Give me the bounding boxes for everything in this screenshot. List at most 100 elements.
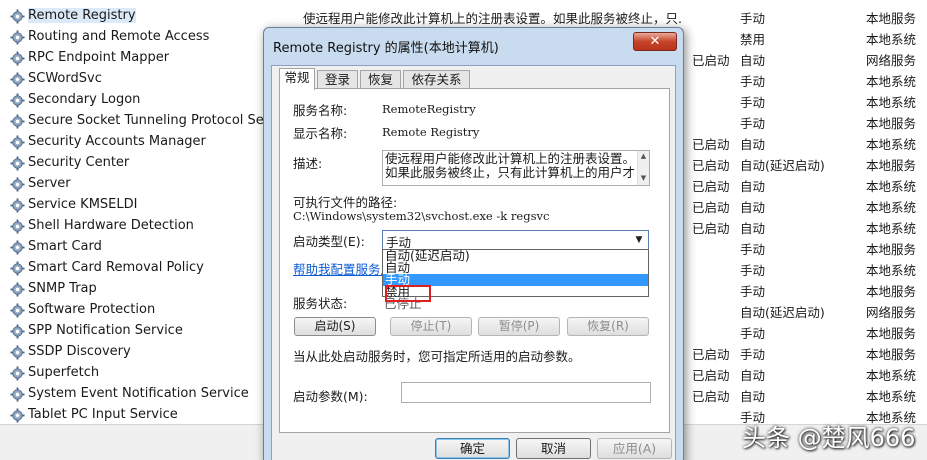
tab-logon[interactable]: 登录 xyxy=(317,70,358,89)
pause-button[interactable]: 暂停(P) xyxy=(478,317,560,336)
service-startup-type: 自动 xyxy=(740,53,766,68)
description-label: 描述: xyxy=(293,156,323,171)
service-name: System Event Notification Service xyxy=(28,386,249,401)
service-name-text: Shell Hardware Detection xyxy=(28,218,194,233)
service-name-text: Service KMSELDI xyxy=(28,197,138,212)
service-gear-icon xyxy=(10,240,25,255)
service-gear-icon xyxy=(10,198,25,213)
service-gear-icon xyxy=(10,366,25,381)
service-logon-as: 本地服务 xyxy=(866,242,917,257)
service-name-value: RemoteRegistry xyxy=(382,102,476,116)
start-params-hint: 当从此处启动服务时，您可指定所适用的启动参数。 xyxy=(293,349,581,364)
service-gear-icon xyxy=(10,303,25,318)
service-name-text: Secure Socket Tunneling Protocol Service xyxy=(28,113,296,128)
service-name: RPC Endpoint Mapper xyxy=(28,50,169,65)
service-name-text: Software Protection xyxy=(28,302,156,317)
annotation-highlight-box xyxy=(385,285,431,302)
service-logon-as: 本地系统 xyxy=(866,263,917,278)
service-startup-type: 手动 xyxy=(740,284,766,299)
cancel-button[interactable]: 取消 xyxy=(516,438,591,459)
service-name: Security Accounts Manager xyxy=(28,134,206,149)
service-logon-as: 网络服务 xyxy=(866,305,917,320)
option-auto[interactable]: 自动 xyxy=(383,261,648,274)
service-name: Superfetch xyxy=(28,365,99,380)
service-name-text: RPC Endpoint Mapper xyxy=(28,50,170,65)
service-startup-type: 手动 xyxy=(740,242,766,257)
help-configure-link[interactable]: 帮助我配置服务启 xyxy=(293,259,393,278)
service-logon-as: 本地服务 xyxy=(866,116,917,131)
service-startup-type: 手动 xyxy=(740,326,766,341)
service-gear-icon xyxy=(10,72,25,87)
description-scrollbar[interactable]: ▲ ▼ xyxy=(637,151,649,185)
service-name-text: SSDP Discovery xyxy=(28,344,131,359)
stop-button[interactable]: 停止(T) xyxy=(390,317,472,336)
service-logon-as: 本地服务 xyxy=(866,158,917,173)
service-logon-as: 本地系统 xyxy=(866,32,917,47)
dialog-title: Remote Registry 的属性(本地计算机) xyxy=(273,41,499,56)
service-gear-icon xyxy=(10,261,25,276)
service-name: Remote Registry xyxy=(28,8,136,23)
startup-type-select[interactable]: 手动 ▼ xyxy=(382,230,649,250)
service-name: Routing and Remote Access xyxy=(28,29,209,44)
service-gear-icon xyxy=(10,324,25,339)
option-auto-delayed[interactable]: 自动(延迟启动) xyxy=(383,249,648,262)
service-name: Shell Hardware Detection xyxy=(28,218,194,233)
service-logon-as: 本地系统 xyxy=(866,221,917,236)
close-button[interactable]: ✕ xyxy=(633,32,677,51)
chevron-down-icon[interactable]: ▼ xyxy=(632,233,646,247)
service-status: 已启动 xyxy=(692,53,730,68)
service-startup-type: 自动 xyxy=(740,137,766,152)
service-gear-icon xyxy=(10,408,25,423)
service-name-label: 服务名称: xyxy=(293,103,348,118)
tab-dependencies[interactable]: 依存关系 xyxy=(403,70,470,89)
service-name: Smart Card xyxy=(28,239,102,254)
watermark: 头条 @楚风666 xyxy=(742,424,916,452)
service-name: Secondary Logon xyxy=(28,92,140,107)
service-logon-as: 本地系统 xyxy=(866,368,917,383)
service-status: 已启动 xyxy=(692,368,730,383)
service-name-text: Secondary Logon xyxy=(28,92,141,107)
resume-button[interactable]: 恢复(R) xyxy=(567,317,649,336)
service-gear-icon xyxy=(10,177,25,192)
start-params-input[interactable] xyxy=(401,382,651,403)
service-startup-type: 手动 xyxy=(740,95,766,110)
service-status: 已启动 xyxy=(692,389,730,404)
service-logon-as: 网络服务 xyxy=(866,53,917,68)
service-name: Service KMSELDI xyxy=(28,197,137,212)
ok-button[interactable]: 确定 xyxy=(435,438,510,459)
tab-general[interactable]: 常规 xyxy=(279,68,315,90)
service-properties-dialog: Remote Registry 的属性(本地计算机) ✕ 常规 登录 恢复 依存… xyxy=(263,27,684,460)
tab-recovery[interactable]: 恢复 xyxy=(360,70,401,89)
service-name-text: Smart Card Removal Policy xyxy=(28,260,204,275)
service-gear-icon xyxy=(10,387,25,402)
service-startup-type: 禁用 xyxy=(740,32,766,47)
service-name: Server xyxy=(28,176,71,191)
start-button[interactable]: 启动(S) xyxy=(294,317,376,336)
service-startup-type: 自动 xyxy=(740,221,766,236)
service-gear-icon xyxy=(10,282,25,297)
service-gear-icon xyxy=(10,345,25,360)
service-row[interactable]: Remote Registry 使远程用户能修改此计算机上的注册表设置。如果此服务… xyxy=(0,6,927,27)
general-panel: 服务名称: RemoteRegistry 显示名称: Remote Regist… xyxy=(279,88,670,433)
service-name: Security Center xyxy=(28,155,129,170)
service-name-text: SCWordSvc xyxy=(28,71,102,86)
service-logon-as: 本地系统 xyxy=(866,389,917,404)
service-status-label: 服务状态: xyxy=(293,296,348,311)
service-status: 已启动 xyxy=(692,137,730,152)
service-name: Tablet PC Input Service xyxy=(28,407,178,422)
service-gear-icon xyxy=(10,9,25,24)
service-name-text: Smart Card xyxy=(28,239,102,254)
service-name: Secure Socket Tunneling Protocol Service xyxy=(28,113,296,128)
service-logon-as: 本地系统 xyxy=(866,95,917,110)
display-name-value: Remote Registry xyxy=(382,125,480,139)
service-description: 使远程用户能修改此计算机上的注册表设置。如果此服务被终止，只... xyxy=(303,11,683,26)
description-box[interactable]: 使远程用户能修改此计算机上的注册表设置。如果此服务被终止，只有此计算机上的用户才… xyxy=(382,150,650,186)
service-name: SPP Notification Service xyxy=(28,323,183,338)
apply-button[interactable]: 应用(A) xyxy=(597,438,672,459)
service-logon-as: 本地系统 xyxy=(866,179,917,194)
service-name-text: Remote Registry xyxy=(28,8,136,23)
service-gear-icon xyxy=(10,135,25,150)
service-startup-type: 手动 xyxy=(740,347,766,362)
service-name: SSDP Discovery xyxy=(28,344,131,359)
service-status: 已启动 xyxy=(692,347,730,362)
